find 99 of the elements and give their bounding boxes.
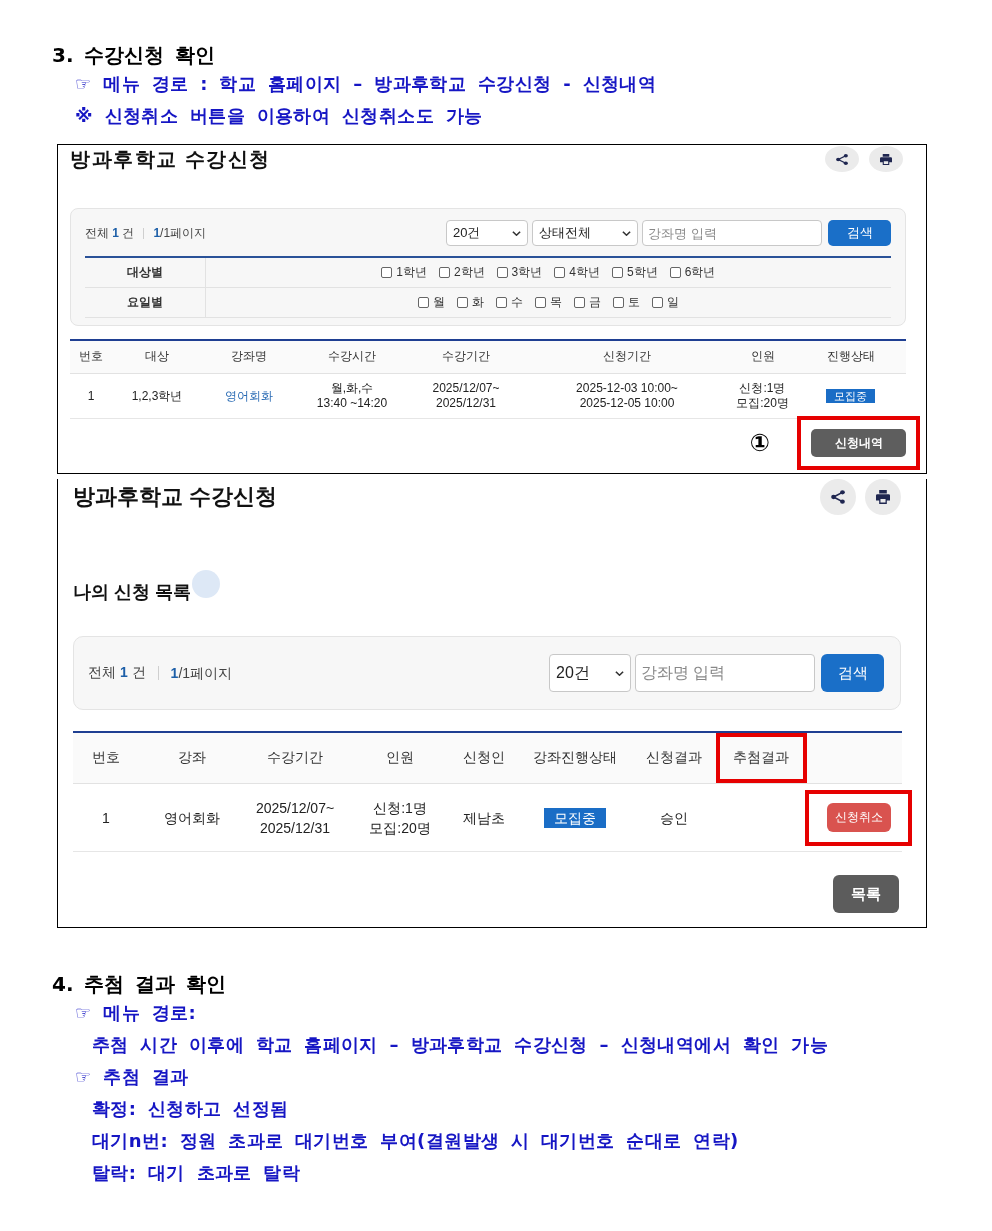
table-cell: 제남초 [455, 783, 512, 852]
list-button[interactable]: 목록 [833, 875, 899, 913]
share-icon [831, 490, 845, 504]
checkbox-label: 1학년 [396, 263, 427, 281]
checkbox-label: 4학년 [569, 263, 600, 281]
ripple-icon [192, 570, 220, 598]
checkbox-label: 5학년 [626, 263, 658, 281]
checkbox-label: 월 [432, 293, 445, 311]
checkbox-label: 6학년 [684, 263, 716, 281]
table-cell: 월,화,수 13:40 ~14:20 [296, 373, 408, 419]
checkbox[interactable] [496, 266, 508, 278]
table-cell: 1 [73, 783, 139, 852]
checkbox[interactable] [495, 296, 507, 308]
column-header: 인원 [730, 339, 795, 374]
page-indicator: 1/1페이지 [143, 227, 207, 239]
checkbox[interactable] [669, 266, 681, 278]
column-header: 신청결과 [638, 732, 710, 784]
column-header: 신청기간 [524, 339, 730, 374]
page-indicator: 1/1페이지 [157, 666, 233, 680]
column-header: 번호 [73, 732, 139, 784]
page-title: 방과후학교 수강신청 [70, 146, 271, 172]
checkbox[interactable] [456, 296, 468, 308]
checkbox[interactable] [612, 296, 624, 308]
instruction-text: ☞ 메뉴 경로 : 학교 홈페이지 – 방과후학교 수강신청 - 신청내역 [75, 72, 657, 96]
checkbox[interactable] [381, 266, 393, 278]
checkbox-label: 수 [510, 293, 523, 311]
checkbox-label: 토 [627, 293, 640, 311]
search-button[interactable]: 검색 [821, 654, 884, 692]
page-size-dropdown[interactable]: 20건 [549, 654, 631, 692]
status-dropdown[interactable]: 상태전체 [532, 220, 638, 246]
checkbox-label: 3학년 [511, 263, 543, 281]
column-header: 수강기간 [245, 732, 345, 784]
table-cell: 2025/12/07~ 2025/12/31 [245, 783, 345, 852]
share-button[interactable] [820, 479, 856, 515]
column-header: 번호 [70, 339, 112, 374]
print-icon [880, 153, 892, 165]
table-cell: 승인 [638, 783, 710, 852]
table-cell: 1,2,3학년 [112, 373, 202, 419]
course-link[interactable]: 영어회화 [225, 388, 273, 403]
column-header: 수강기간 [408, 339, 524, 374]
caret-icon [615, 670, 624, 676]
checkbox-label: 화 [471, 293, 484, 311]
checkbox[interactable] [611, 266, 623, 278]
instruction-text: ※ 신청취소 버튼을 이용하여 신청취소도 가능 [75, 104, 483, 128]
checkbox-label: 일 [666, 293, 679, 311]
column-header: 강좌진행상태 [512, 732, 638, 784]
search-field[interactable]: 강좌명 입력 [642, 220, 822, 246]
instruction-text: ☞ 추첨 결과 [75, 1065, 189, 1089]
column-header: 강좌명 [202, 339, 296, 374]
caret-icon [622, 230, 631, 236]
table-cell: 영어회화 [139, 783, 245, 852]
section-heading: 4. 추첨 결과 확인 [52, 971, 227, 997]
search-field[interactable]: 강좌명 입력 [635, 654, 815, 692]
checkbox[interactable] [438, 266, 450, 278]
status-badge: 모집중 [826, 388, 875, 403]
checkbox[interactable] [554, 266, 566, 278]
checkbox-label: 목 [549, 293, 562, 311]
instruction-text: 대기n번: 정원 초과로 대기번호 부여(결원발생 시 대기번호 순대로 연락) [92, 1129, 739, 1153]
checkbox[interactable] [651, 296, 663, 308]
filter-label: 요일별 [85, 287, 205, 317]
column-header: 수강시간 [296, 339, 408, 374]
column-header: 진행상태 [795, 339, 906, 374]
column-header: 인원 [345, 732, 455, 784]
search-button[interactable]: 검색 [828, 220, 891, 246]
history-button[interactable]: 신청내역 [811, 429, 906, 457]
table-cell: 신청:1명 모집:20명 [345, 783, 455, 852]
filter-label: 대상별 [85, 257, 205, 287]
share-icon [836, 153, 848, 165]
status-badge: 모집중 [544, 807, 606, 828]
instruction-text: ☞ 메뉴 경로: [75, 1001, 197, 1025]
section-title: 나의 신청 목록 [73, 581, 191, 604]
print-button[interactable] [869, 146, 903, 172]
page-title: 방과후학교 수강신청 [73, 483, 278, 511]
print-button[interactable] [865, 479, 901, 515]
checkbox[interactable] [417, 296, 429, 308]
print-icon [876, 490, 890, 504]
page-size-dropdown[interactable]: 20건 [446, 220, 528, 246]
instruction-text: 확정: 신청하고 선정됨 [92, 1097, 289, 1121]
share-button[interactable] [825, 146, 859, 172]
table-cell: 2025/12/07~ 2025/12/31 [408, 373, 524, 419]
checkbox[interactable] [534, 296, 546, 308]
table-cell: 1 [70, 373, 112, 419]
column-header: 강좌 [139, 732, 245, 784]
result-count: 전체 1 건 [85, 224, 135, 242]
table-cell: 신청:1명 모집:20명 [730, 373, 795, 419]
column-header: 대상 [112, 339, 202, 374]
step-number: ① [749, 429, 770, 457]
cancel-button[interactable]: 신청취소 [826, 803, 891, 832]
column-header: 신청인 [455, 732, 512, 784]
checkbox-label: 금 [588, 293, 601, 311]
section-heading: 3. 수강신청 확인 [52, 42, 216, 68]
table-cell: 2025-12-03 10:00~ 2025-12-05 10:00 [524, 373, 730, 419]
checkbox[interactable] [573, 296, 585, 308]
instruction-text: 추첨 시간 이후에 학교 홈페이지 – 방과후학교 수강신청 – 신청내역에서 확인 가능 [92, 1033, 828, 1057]
column-header: 추첨결과 [733, 749, 789, 767]
checkbox-label: 2학년 [453, 263, 485, 281]
result-count: 전체 1 건 [88, 664, 146, 682]
instruction-text: 탈락: 대기 초과로 탈락 [92, 1161, 301, 1185]
caret-icon [512, 230, 521, 236]
